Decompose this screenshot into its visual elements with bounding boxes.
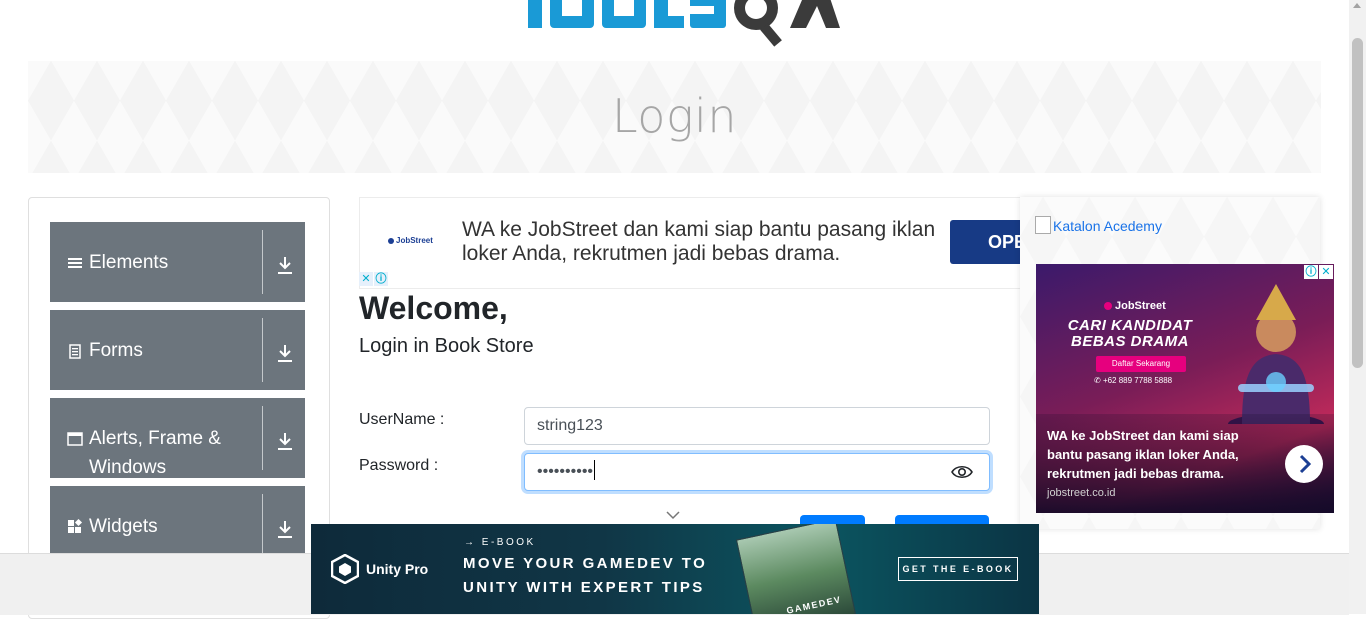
sidebar-group-label: Forms: [89, 340, 143, 361]
divider: [262, 318, 263, 382]
unity-brand: Unity Pro: [366, 561, 429, 577]
unity-logo-icon: [331, 554, 359, 584]
ad-controls: ⓘ ✕: [1304, 265, 1333, 279]
scroll-up-icon[interactable]: [1353, 3, 1361, 8]
unity-ad-title: MOVE YOUR GAMEDEV TO UNITY WITH EXPERT T…: [463, 555, 708, 596]
chevron-down-icon[interactable]: [666, 511, 680, 520]
unity-ad[interactable]: Unity Pro → E-BOOK MOVE YOUR GAMEDEV TO …: [311, 524, 1039, 614]
window-icon: [67, 431, 83, 447]
ad-next-button[interactable]: [1285, 445, 1323, 483]
page-title: Login: [611, 89, 737, 143]
get-ebook-button[interactable]: GET THE E-BOOK: [898, 557, 1018, 581]
ad-text: WA ke JobStreet dan kami siap bantu pasa…: [462, 218, 936, 265]
info-icon[interactable]: ⓘ: [1304, 265, 1318, 279]
divider: [262, 230, 263, 294]
username-value: string123: [537, 417, 603, 434]
username-input[interactable]: string123: [524, 407, 990, 445]
close-icon[interactable]: ✕: [1319, 265, 1333, 279]
download-icon[interactable]: [276, 342, 294, 364]
sidebar-group-alerts[interactable]: Alerts, Frame & Windows: [50, 398, 305, 478]
download-icon[interactable]: [276, 518, 294, 540]
page-scrollbar[interactable]: [1349, 0, 1366, 614]
jobstreet-logo: JobStreet: [388, 236, 433, 245]
download-icon[interactable]: [276, 430, 294, 452]
username-label: UserName :: [359, 411, 445, 428]
sidebar-group-elements[interactable]: Elements: [50, 222, 305, 302]
ad-person-illustration: [1228, 284, 1324, 424]
divider: [262, 494, 263, 558]
ad-description: WA ke JobStreet dan kami siap bantu pasa…: [1047, 428, 1239, 481]
jobstreet-ad[interactable]: JobStreet CARI KANDIDAT BEBAS DRAMA Daft…: [1036, 264, 1334, 513]
chevron-right-icon: [1299, 454, 1312, 474]
toolsqa-logo[interactable]: [528, 0, 840, 52]
sidebar-group-label: Elements: [89, 252, 169, 273]
broken-image-icon: [1035, 216, 1051, 234]
text-caret: [594, 460, 596, 480]
sidebar-group-label: Alerts, Frame & Windows: [89, 428, 221, 478]
welcome-heading: Welcome,: [359, 290, 508, 326]
page-banner: Login: [28, 61, 1321, 173]
info-icon[interactable]: ⓘ: [374, 272, 388, 286]
scrollbar-thumb[interactable]: [1352, 38, 1363, 368]
katalon-ad-image[interactable]: Katalon Acedemy: [1035, 216, 1162, 234]
login-subtitle: Login in Book Store: [359, 335, 534, 357]
ad-phone: ✆ +62 889 7788 5888: [1094, 376, 1173, 385]
download-icon[interactable]: [276, 254, 294, 276]
password-value: ••••••••••: [537, 463, 594, 480]
ad-cta-button[interactable]: Daftar Sekarang: [1096, 356, 1186, 372]
jobstreet-logo: JobStreet: [1104, 300, 1166, 312]
divider: [262, 406, 263, 470]
top-ad-banner[interactable]: JobStreet WA ke JobStreet dan kami siap …: [359, 197, 1022, 289]
sidebar-group-forms[interactable]: Forms: [50, 310, 305, 390]
close-icon[interactable]: ✕: [359, 272, 373, 286]
ad-open-button[interactable]: OPE: [950, 220, 1021, 264]
ad-domain: jobstreet.co.id: [1047, 487, 1116, 499]
show-password-icon[interactable]: [951, 464, 973, 480]
password-input[interactable]: ••••••••••: [524, 453, 990, 491]
ebook-tag: → E-BOOK: [464, 537, 536, 548]
ad-headline: CARI KANDIDAT BEBAS DRAMA: [1067, 317, 1193, 350]
widgets-icon: [67, 518, 83, 535]
sidebar-group-label: Widgets: [89, 516, 158, 537]
form-icon: [67, 343, 83, 359]
menu-icon: [67, 255, 83, 271]
password-label: Password :: [359, 457, 439, 474]
ad-controls: ✕ ⓘ: [359, 272, 388, 287]
